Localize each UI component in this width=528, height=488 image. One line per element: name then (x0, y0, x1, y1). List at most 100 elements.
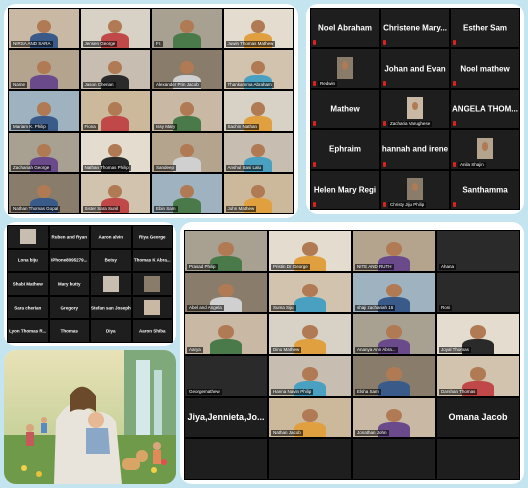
participant-video-tile[interactable]: Ananya Ann Abra... (352, 313, 436, 355)
participant-face (411, 182, 419, 192)
participant-name-label: Issy Mary (154, 123, 178, 130)
participant-video-tile[interactable]: Riya George (131, 225, 173, 249)
participant-video-tile[interactable]: Nathan Thomas Philip (79, 131, 151, 173)
participant-video-tile[interactable]: Pristin Dr George (268, 230, 352, 272)
participant-video-tile[interactable]: Juwin Thomas Mathew (222, 8, 294, 50)
participant-video-tile[interactable]: Noel mathew (450, 48, 520, 89)
participant-display-name: Jiya,Jennieta,Jo... (187, 412, 265, 423)
participant-video-tile[interactable]: Abel and Angela (184, 271, 268, 314)
participant-display-name: Helen Mary Regi (313, 185, 377, 195)
participant-video-tile[interactable]: Prasad Philip (184, 230, 268, 272)
participant-video-tile[interactable]: Mary kutty (48, 272, 90, 296)
participant-video-tile[interactable]: Sister Sara Sunil (79, 172, 151, 214)
participant-video-tile[interactable]: Thomas (48, 319, 90, 343)
participant-name-label: Jonathan John (355, 430, 389, 437)
participant-video-tile[interactable]: NIRSA AND SARA (8, 8, 80, 50)
participant-video-tile[interactable]: Santhamma (450, 169, 520, 210)
participant-video-tile[interactable]: Darshan Thomas (436, 355, 520, 397)
participant-video-tile[interactable]: John Mathew (222, 172, 294, 214)
participant-video-tile[interactable]: Alexander Prin Jacob (151, 49, 223, 91)
participant-video-tile[interactable]: Betsy (90, 248, 132, 273)
participant-video-tile[interactable]: Sandeep (151, 131, 223, 173)
participant-video-tile[interactable]: Nathan Thomas Gopal (8, 172, 80, 214)
participant-video-tile[interactable]: Diya (90, 319, 132, 343)
participant-video-tile[interactable]: Thomas K Abra... (131, 248, 173, 273)
participant-video-tile[interactable]: Mariam K. Philip (8, 90, 80, 132)
participant-video-tile[interactable]: Redwin (310, 48, 380, 89)
participant-video-tile[interactable]: iPhone8095279... (48, 248, 90, 273)
participant-video-tile[interactable]: Anshul Sasi Lalu (222, 131, 294, 173)
participant-video-tile[interactable]: Jiya,Jennieta,Jo... (184, 396, 268, 439)
participant-video-tile[interactable]: Roni (436, 271, 520, 314)
participant-video-tile[interactable]: Sachin Nathan (222, 90, 294, 132)
participant-video-tile[interactable]: Name (8, 49, 80, 91)
participant-video-tile[interactable]: shaji zachariah 16 (352, 271, 436, 314)
participant-video-tile[interactable]: Mathew (310, 88, 380, 130)
participant-video-tile[interactable]: Ahana (436, 230, 520, 272)
participant-video-tile[interactable] (131, 272, 173, 296)
muted-mic-icon (313, 121, 316, 127)
participant-video-tile[interactable]: Nathan Jacob (268, 396, 352, 439)
participant-name-label: Anshul Sasi Lalu (225, 164, 264, 171)
participant-name-label: Christy Jiju Philip (388, 202, 427, 208)
participant-video-tile[interactable]: Issy Mary (151, 90, 223, 132)
participant-name-label: Zachariah George (11, 164, 52, 171)
participant-name-label: Fr. (154, 41, 164, 48)
participant-video-tile[interactable]: Jensen George (79, 8, 151, 50)
participant-display-name: Thomas K Abra... (133, 257, 171, 263)
participant-video-tile[interactable]: Zachariah George (8, 131, 80, 173)
participant-video-tile[interactable]: Gregory (48, 295, 90, 320)
participant-video-tile[interactable]: Lyon Thomas R... (7, 319, 49, 343)
participant-video-tile[interactable]: Thankamma Abraham (222, 49, 294, 91)
muted-mic-icon (313, 202, 316, 207)
participant-video-tile[interactable]: Esther Sam (450, 8, 520, 49)
participant-name-label: Ebin Sam (154, 206, 178, 212)
participant-video-tile[interactable]: Jason Cherian (79, 49, 151, 91)
participant-video-tile[interactable]: Joyal Thomas (436, 313, 520, 355)
participant-silhouette (29, 74, 58, 90)
participant-video-tile[interactable]: Aaron Shiba (131, 319, 173, 343)
participant-video-tile[interactable]: Christene Mary... (380, 8, 450, 49)
participant-video-tile[interactable] (131, 295, 173, 320)
participant-video-tile[interactable]: Jonathan John (352, 396, 436, 439)
participant-video-tile[interactable]: Hanna Navin Philip (268, 355, 352, 397)
participant-video-tile[interactable]: Lona biju (7, 248, 49, 273)
participant-display-name: Johan and Evan (384, 64, 446, 74)
participant-video-tile[interactable]: Elsha Sam (352, 355, 436, 397)
participant-video-tile[interactable]: Fr. (151, 8, 223, 50)
empty-gallery-cell (184, 438, 268, 480)
participant-video-tile[interactable] (90, 272, 132, 296)
participant-video-tile[interactable]: Ebin Sam (151, 172, 223, 214)
participant-video-tile[interactable]: NITE AND RUTH (352, 230, 436, 272)
participant-video-tile[interactable]: Christy Jiju Philip (380, 169, 450, 210)
participant-name-label: Hanna Navin Philip (271, 388, 314, 395)
participant-face (217, 242, 235, 256)
participant-video-tile[interactable]: Shabi Mathew (7, 272, 49, 296)
participant-video-tile[interactable]: Zacharia Varughese (380, 88, 450, 130)
participant-video-tile[interactable] (7, 225, 49, 249)
participant-video-tile[interactable]: Helen Mary Regi (310, 169, 380, 210)
participant-video-tile[interactable]: Johan and Evan (380, 48, 450, 89)
participant-display-name: Thomas (60, 328, 78, 334)
participant-name-label: Jensen George (82, 41, 118, 48)
participant-video-tile[interactable]: Aaron alvin (90, 225, 132, 249)
participant-video-tile[interactable]: hannah and irene (380, 129, 450, 170)
participant-video-tile[interactable]: ANGELA THOM... (450, 88, 520, 130)
participant-video-tile[interactable]: Suma Siju (268, 271, 352, 314)
participant-video-tile[interactable]: Fiona (79, 90, 151, 132)
participant-video-tile[interactable]: Noel Abraham (310, 8, 380, 49)
participant-video-tile[interactable]: Sara cherian (7, 295, 49, 320)
participant-video-tile[interactable]: Georgemathew (184, 355, 268, 397)
participant-video-tile[interactable]: Ephraim (310, 129, 380, 170)
participant-video-tile[interactable]: Aarya (184, 313, 268, 355)
participant-video-tile[interactable]: Ruben and Ryan (48, 225, 90, 249)
participant-video-tile[interactable]: Dinu Mathew (268, 313, 352, 355)
participant-face (251, 184, 266, 199)
participant-name-label: Suma Siju (271, 305, 296, 312)
profile-thumbnail (406, 97, 424, 119)
participant-video-tile[interactable]: Stefan san Joseph (90, 295, 132, 320)
participant-name-label: Ananya Ann Abra... (355, 347, 398, 353)
participant-name-label: Georgemathew (187, 388, 222, 395)
participant-video-tile[interactable]: Omana Jacob (436, 396, 520, 439)
participant-video-tile[interactable]: Anila Shajin (450, 129, 520, 170)
